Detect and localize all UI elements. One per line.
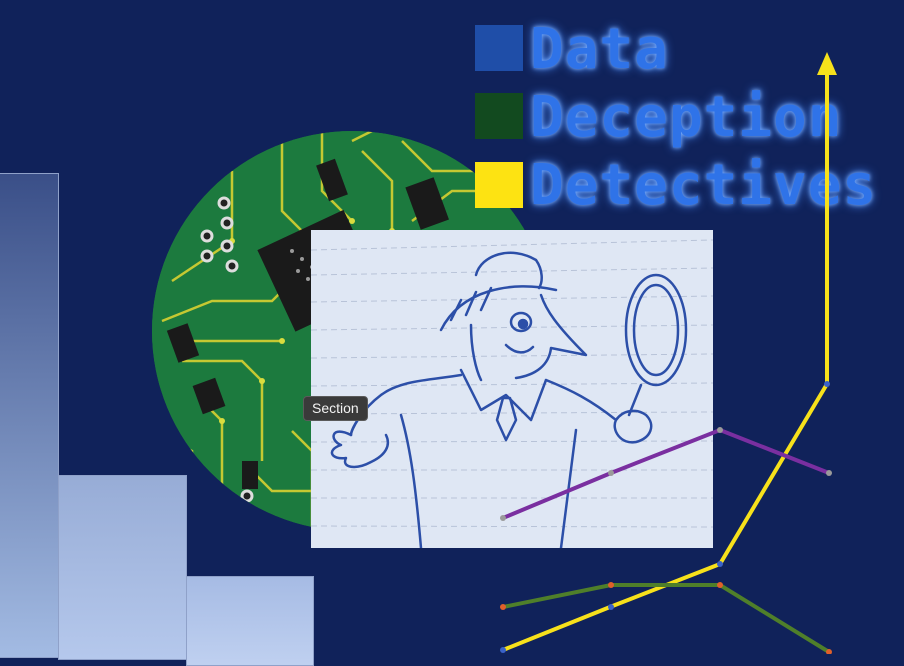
line-markers	[500, 381, 832, 654]
yellow-line	[502, 65, 829, 652]
purple-line	[502, 427, 830, 520]
line-overlay	[500, 52, 837, 654]
arrow-up-icon	[817, 52, 837, 75]
section-tooltip: Section	[303, 396, 368, 421]
slide-canvas: Data Deception Detectives Section	[0, 0, 904, 666]
green-line	[502, 583, 831, 654]
